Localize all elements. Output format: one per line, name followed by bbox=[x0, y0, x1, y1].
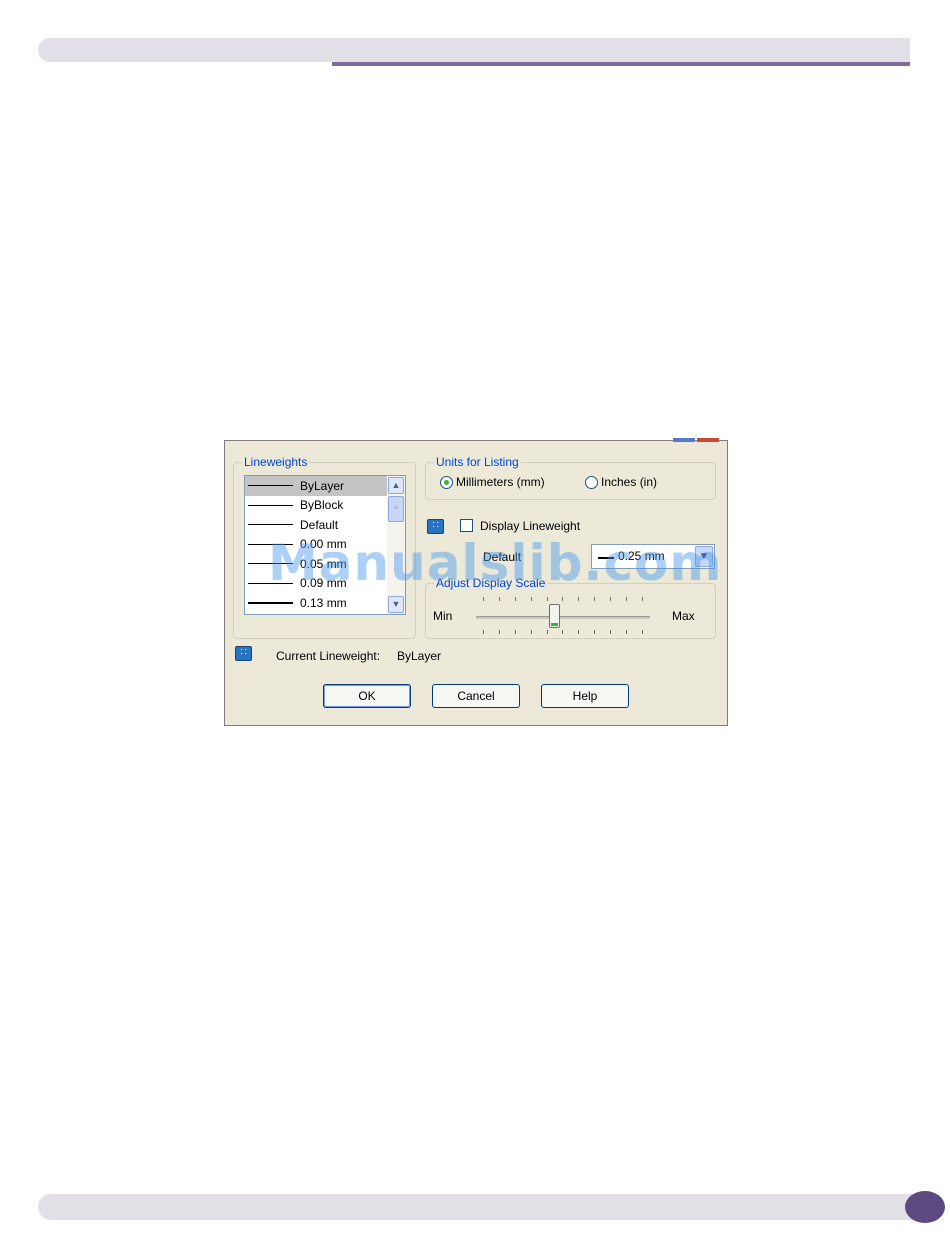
display-scale-slider[interactable] bbox=[476, 616, 650, 619]
display-scale-slider-thumb[interactable] bbox=[548, 604, 560, 628]
lineweight-sample-line bbox=[248, 601, 293, 604]
page-header-band bbox=[38, 38, 910, 62]
ok-button[interactable]: OK bbox=[323, 684, 411, 708]
window-controls[interactable] bbox=[673, 438, 719, 442]
lineweight-item-label: ByBlock bbox=[300, 498, 344, 513]
lineweight-item-label: ByLayer bbox=[300, 478, 345, 493]
scale-min-label: Min bbox=[433, 609, 453, 623]
millimeters-option[interactable]: Millimeters (mm) bbox=[440, 475, 545, 489]
current-lineweight-label: Current Lineweight: bbox=[276, 649, 381, 663]
lineweight-sample-line bbox=[248, 485, 293, 487]
inches-label: Inches (in) bbox=[601, 475, 658, 489]
inches-option[interactable]: Inches (in) bbox=[585, 475, 657, 489]
page-header-accent bbox=[332, 62, 910, 66]
page-footer-band bbox=[38, 1194, 918, 1220]
cancel-button[interactable]: Cancel bbox=[432, 684, 520, 708]
millimeters-radio[interactable] bbox=[440, 475, 453, 489]
lineweight-list-item[interactable]: ByLayer bbox=[245, 476, 388, 496]
scroll-thumb[interactable]: ≡ bbox=[388, 496, 404, 522]
lineweight-item-label: Default bbox=[300, 517, 339, 532]
close-button[interactable] bbox=[697, 438, 719, 442]
lineweight-sample-line bbox=[248, 504, 293, 506]
scale-max-label: Max bbox=[672, 609, 695, 623]
inches-radio[interactable] bbox=[585, 475, 598, 489]
units-for-listing-group: Units for Listing Millimeters (mm) Inche… bbox=[425, 455, 716, 500]
slider-ticks-top bbox=[483, 597, 643, 601]
lineweight-item-label: 0.13 mm bbox=[300, 595, 347, 610]
scroll-up-button[interactable]: ▲ bbox=[388, 477, 404, 494]
maximize-button[interactable] bbox=[673, 438, 695, 442]
watermark-text: Manualslib.com bbox=[268, 534, 723, 592]
lineweight-list-item[interactable]: Default bbox=[245, 515, 388, 535]
slider-ticks-bottom bbox=[483, 630, 643, 634]
units-group-title: Units for Listing bbox=[434, 455, 521, 469]
page-number-badge bbox=[905, 1191, 945, 1223]
current-lineweight-value: ByLayer bbox=[397, 649, 442, 663]
lineweight-list-item[interactable]: ByBlock bbox=[245, 496, 388, 516]
help-button[interactable]: Help bbox=[541, 684, 629, 708]
display-lineweight-icon: ∷ bbox=[427, 519, 444, 534]
lineweight-list-item[interactable]: 0.13 mm bbox=[245, 593, 388, 613]
millimeters-label: Millimeters (mm) bbox=[456, 475, 545, 489]
current-lineweight-icon: ∷ bbox=[235, 646, 252, 661]
scroll-down-button[interactable]: ▼ bbox=[388, 596, 404, 613]
display-lineweight-label: Display Lineweight bbox=[480, 519, 581, 533]
lineweights-group-title: Lineweights bbox=[242, 455, 310, 469]
display-lineweight-checkbox[interactable] bbox=[460, 519, 473, 532]
lineweight-sample-line bbox=[248, 524, 293, 526]
